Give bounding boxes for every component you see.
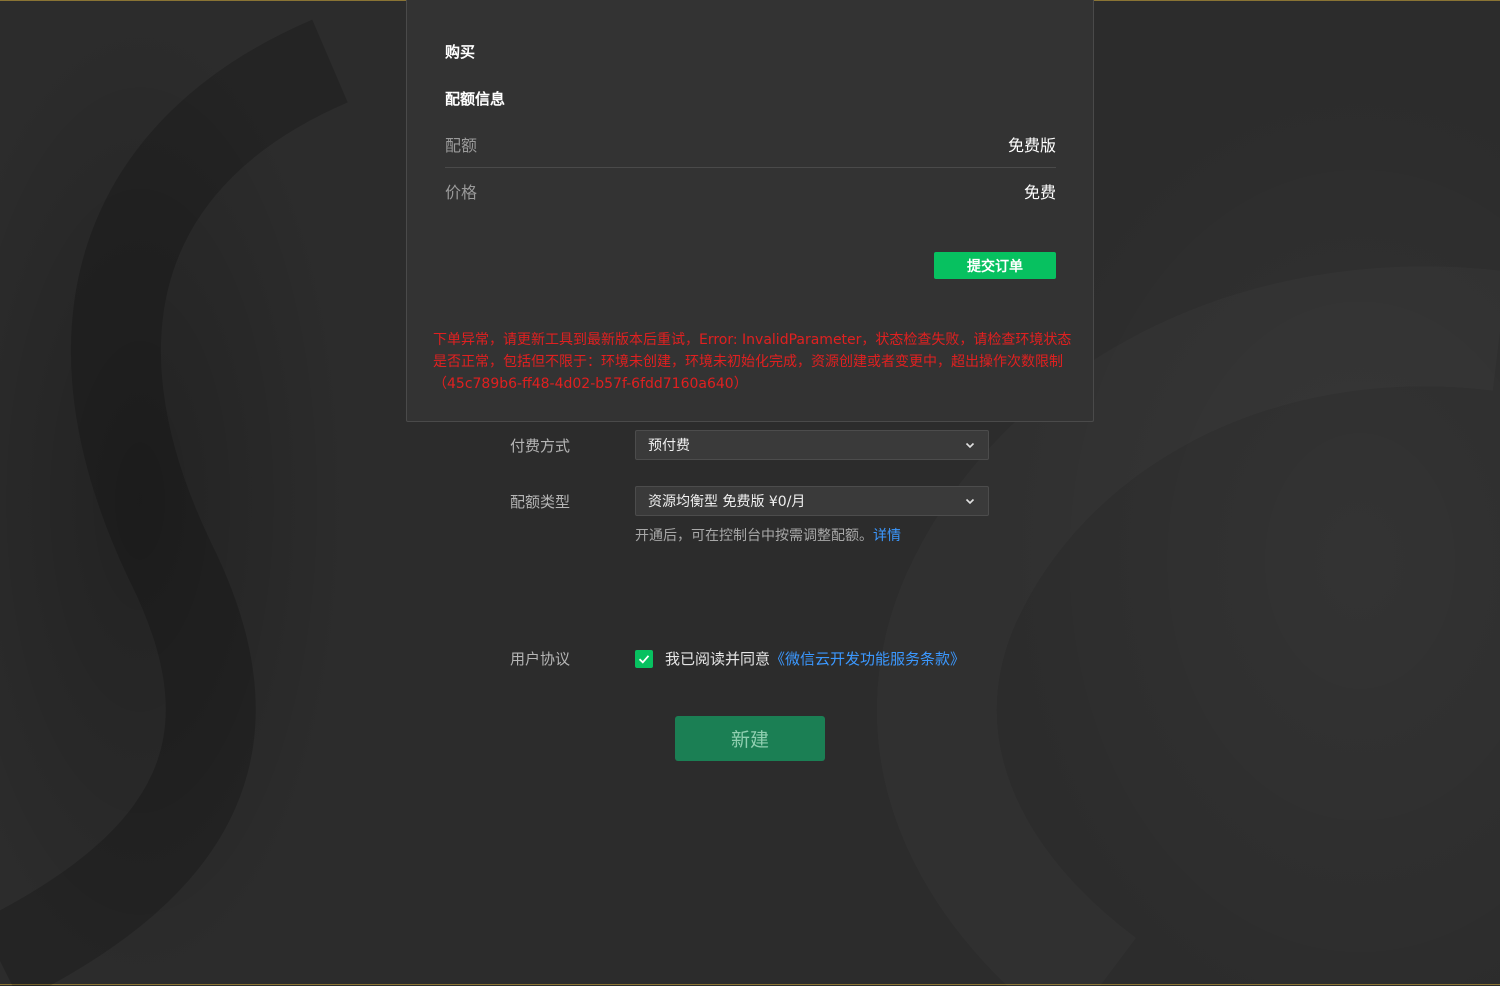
quota-type-select[interactable]: 资源均衡型 免费版 ¥0/月 (635, 486, 989, 516)
price-key: 价格 (445, 183, 478, 202)
payment-method-value: 预付费 (648, 438, 690, 454)
agreement-row: 用户协议 我已阅读并同意 《微信云开发功能服务条款》 (510, 648, 965, 669)
quota-type-row: 配额类型 资源均衡型 免费版 ¥0/月 (510, 486, 989, 516)
quota-type-value: 资源均衡型 免费版 ¥0/月 (648, 494, 806, 510)
submit-order-button[interactable]: 提交订单 (934, 252, 1056, 279)
quota-hint-text: 开通后，可在控制台中按需调整配额。 (635, 528, 873, 544)
quota-info-heading: 配额信息 (445, 90, 506, 108)
checkmark-icon (638, 654, 650, 664)
price-row: 价格 免费 (445, 168, 1056, 214)
quota-key: 配额 (445, 136, 478, 155)
price-value: 免费 (1023, 183, 1056, 202)
quota-hint: 开通后，可在控制台中按需调整配额。详情 (635, 525, 901, 545)
chevron-down-icon (965, 442, 975, 449)
details-link[interactable]: 详情 (873, 528, 901, 544)
purchase-panel: 购买 配额信息 配额 免费版 价格 免费 提交订单 下单异常，请更新工具到最新版… (406, 0, 1094, 422)
payment-method-row: 付费方式 预付费 (510, 430, 989, 460)
chevron-down-icon (965, 498, 975, 505)
agreement-label: 用户协议 (510, 650, 571, 668)
payment-method-label: 付费方式 (510, 436, 571, 455)
agreement-text: 我已阅读并同意 (665, 650, 771, 668)
panel-title: 购买 (445, 43, 476, 61)
terms-link[interactable]: 《微信云开发功能服务条款》 (770, 648, 965, 669)
quota-row: 配额 免费版 (445, 121, 1056, 168)
quota-type-label: 配额类型 (510, 492, 571, 511)
agreement-checkbox[interactable] (635, 649, 653, 668)
quota-value: 免费版 (1007, 136, 1056, 155)
create-button[interactable]: 新建 (675, 716, 825, 761)
error-message: 下单异常，请更新工具到最新版本后重试，Error: InvalidParamet… (433, 332, 1072, 392)
payment-method-select[interactable]: 预付费 (635, 430, 989, 460)
